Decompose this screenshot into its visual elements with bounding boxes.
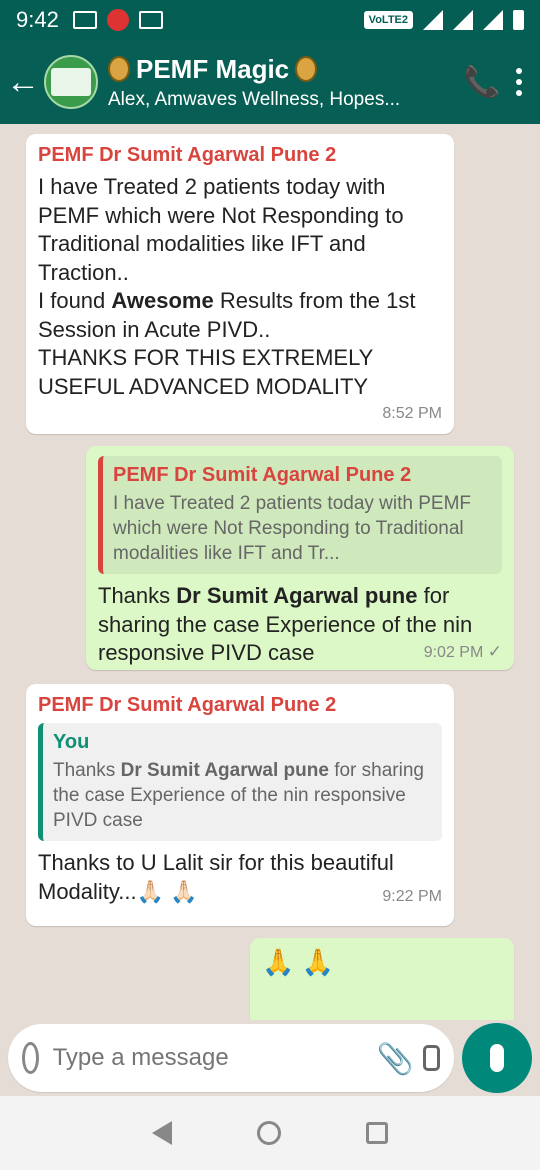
message-text: I have Treated 2 patients today with PEM… [38, 173, 442, 401]
volte-badge: VoLTE2 [363, 11, 413, 29]
mail-icon [72, 11, 97, 29]
message-text-pre: Thanks [98, 583, 177, 608]
quoted-sender: You [53, 731, 90, 753]
medal-icon-right [295, 56, 318, 82]
message-text-bold: Dr Sumit Agarwal pune [176, 583, 418, 608]
group-participants: Alex, Amwaves Wellness, Hopes... [108, 88, 401, 110]
quoted-text: I have Treated 2 patients today with PEM… [113, 493, 472, 564]
message-line-1: I have Treated 2 patients today with PEM… [38, 174, 404, 285]
quoted-message[interactable]: You Thanks Dr Sumit Agarwal pune for sha… [38, 723, 442, 841]
quoted-text: Thanks Dr Sumit Agarwal pune for sharing… [53, 758, 432, 833]
status-bar: 9:42 VoLTE2 [0, 0, 540, 40]
app-notification-icon [106, 9, 129, 31]
mic-button[interactable] [462, 1023, 532, 1093]
more-vert-icon[interactable] [516, 68, 522, 96]
signal-icon [453, 10, 473, 30]
paperclip-icon[interactable]: 📎 [377, 1042, 414, 1076]
group-info[interactable]: PEMF Magic Alex, Amwaves Wellness, Hopes… [108, 54, 462, 111]
message-input[interactable] [52, 1044, 363, 1072]
group-title: PEMF Magic [136, 53, 290, 84]
nav-back-icon[interactable] [152, 1121, 173, 1145]
message-line-2-bold: Awesome [111, 288, 214, 313]
nav-home-icon[interactable] [256, 1121, 281, 1145]
status-system-icons: VoLTE2 [363, 10, 524, 30]
message-bubble-3[interactable]: PEMF Dr Sumit Agarwal Pune 2 You Thanks … [26, 684, 454, 926]
message-bubble-1[interactable]: PEMF Dr Sumit Agarwal Pune 2 I have Trea… [26, 134, 454, 434]
camera-icon[interactable] [422, 1045, 440, 1071]
message-time: 8:52 PM [382, 405, 442, 422]
quoted-text-bold: Dr Sumit Agarwal pune [120, 760, 329, 781]
medal-icon [108, 56, 130, 82]
status-time: 9:42 [16, 7, 59, 32]
system-nav-bar [0, 1096, 540, 1170]
battery-icon [513, 10, 524, 30]
message-line-3: THANKS FOR THIS EXTREMELY USEFUL ADVANCE… [38, 345, 373, 399]
message-line-2-pre: I found [38, 288, 112, 313]
wifi-icon [423, 10, 443, 30]
message-input-pill[interactable]: 📎 [8, 1024, 454, 1092]
mic-icon [490, 1044, 504, 1072]
nav-recents-icon[interactable] [365, 1122, 388, 1144]
message-sender[interactable]: PEMF Dr Sumit Agarwal Pune 2 [38, 694, 442, 717]
message-bubble-2[interactable]: PEMF Dr Sumit Agarwal Pune 2 I have Trea… [86, 446, 514, 670]
input-bar: 📎 [0, 1020, 540, 1096]
message-sender[interactable]: PEMF Dr Sumit Agarwal Pune 2 [38, 144, 442, 167]
group-title-row: PEMF Magic [108, 54, 462, 85]
back-arrow-icon[interactable]: ← [2, 63, 44, 102]
chat-area[interactable]: PEMF Dr Sumit Agarwal Pune 2 I have Trea… [0, 124, 540, 1020]
quoted-sender: PEMF Dr Sumit Agarwal Pune 2 [113, 464, 412, 486]
signal-icon-2 [483, 10, 503, 30]
status-notifications [72, 9, 163, 31]
message-text: 🙏 🙏 [262, 947, 334, 977]
gmail-icon [138, 11, 163, 29]
check-icon: ✓ [487, 641, 502, 661]
quoted-message[interactable]: PEMF Dr Sumit Agarwal Pune 2 I have Trea… [98, 456, 502, 574]
emoji-icon[interactable] [22, 1042, 39, 1074]
group-avatar[interactable] [44, 55, 98, 109]
message-time: 9:02 PM [423, 643, 484, 661]
quoted-text-pre: Thanks [53, 760, 121, 781]
add-call-icon[interactable]: 📞 [462, 62, 502, 102]
message-bubble-4[interactable]: 🙏 🙏 [250, 938, 514, 1020]
chat-header: ← PEMF Magic Alex, Amwaves Wellness, Hop… [0, 40, 540, 124]
